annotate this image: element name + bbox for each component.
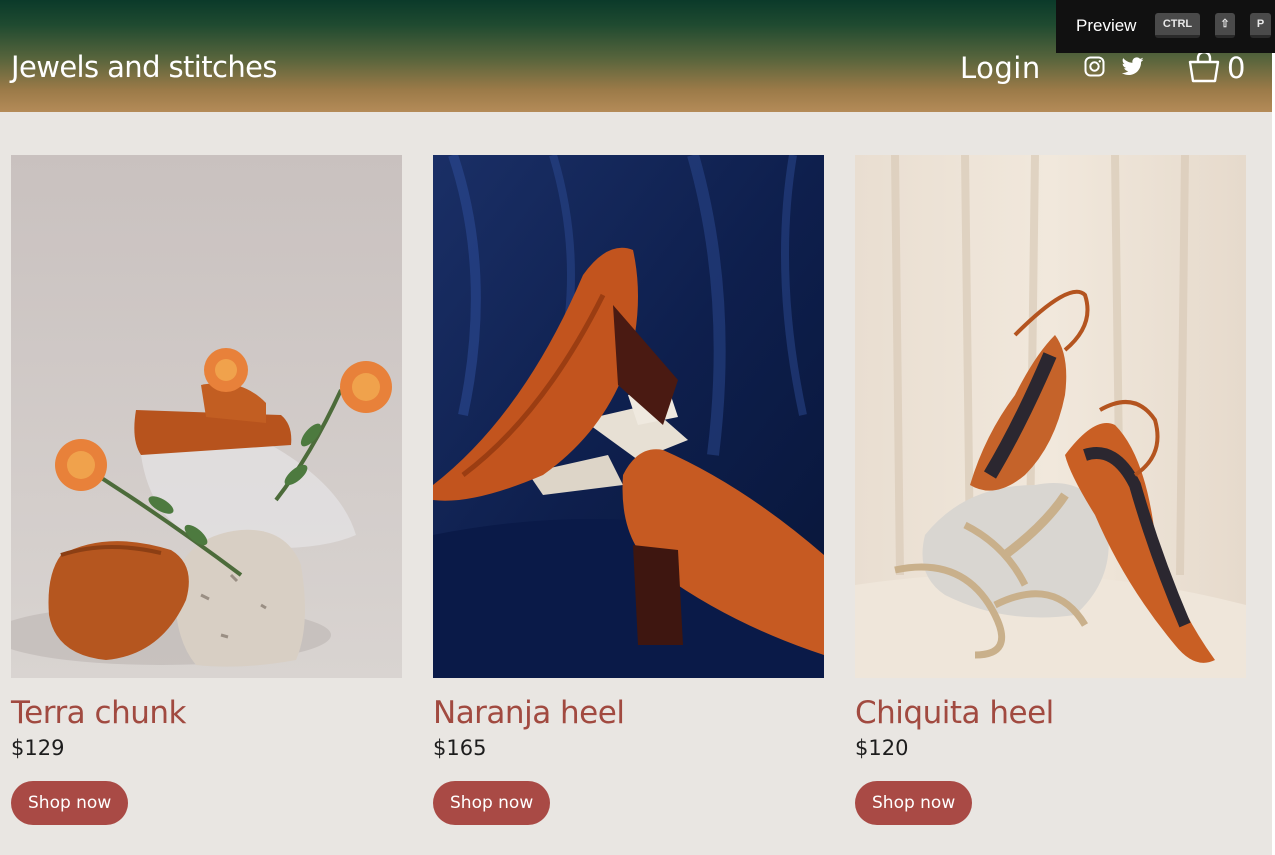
preview-label: Preview (1076, 16, 1137, 35)
product-name[interactable]: Terra chunk (11, 694, 402, 732)
brand-name[interactable]: Jewels and stitches (11, 49, 278, 85)
product-image[interactable] (433, 155, 824, 678)
product-image[interactable] (855, 155, 1246, 678)
login-link[interactable]: Login (960, 50, 1041, 86)
product-card: Terra chunk $129 Shop now (11, 155, 402, 825)
shop-now-button[interactable]: Shop now (855, 781, 973, 825)
twitter-icon[interactable] (1122, 57, 1144, 76)
product-name[interactable]: Chiquita heel (855, 694, 1246, 732)
product-price: $129 (11, 736, 65, 760)
product-card: Naranja heel $165 Shop now (433, 155, 824, 825)
product-image[interactable] (11, 155, 402, 678)
product-price: $120 (855, 736, 909, 760)
product-card: Chiquita heel $120 Shop now (855, 155, 1246, 825)
preview-shortcut-overlay: Preview CTRL ⇧ P (1056, 0, 1275, 53)
instagram-icon[interactable] (1084, 56, 1105, 77)
product-name[interactable]: Naranja heel (433, 694, 824, 732)
shop-now-button[interactable]: Shop now (433, 781, 551, 825)
p-key: P (1250, 13, 1271, 38)
cart-count[interactable]: 0 (1227, 50, 1245, 86)
product-price: $165 (433, 736, 487, 760)
shop-now-button[interactable]: Shop now (11, 781, 129, 825)
shopping-bag-icon[interactable] (1188, 50, 1220, 83)
storefront-page: Jewels and stitches Login 0 Preview CTRL… (0, 0, 1275, 855)
shift-key: ⇧ (1215, 13, 1235, 38)
ctrl-key: CTRL (1155, 13, 1200, 38)
